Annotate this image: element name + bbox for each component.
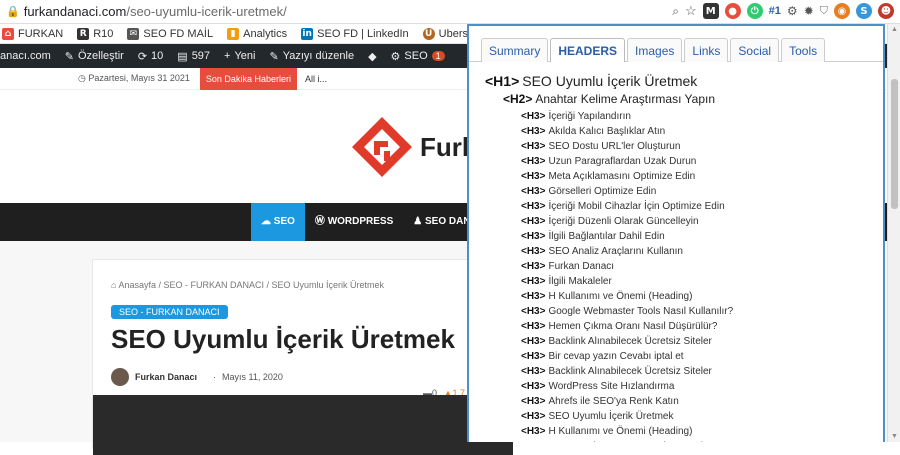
h3-row[interactable]: <H3> Görselleri Optimize Edin	[521, 184, 875, 199]
tab-tools[interactable]: Tools	[781, 38, 826, 62]
h3-row[interactable]: <H3> Uzun Paragraflardan Uzak Durun	[521, 154, 875, 169]
scroll-thumb[interactable]	[891, 79, 898, 209]
page-title: SEO Uyumlu İçerik Üretmek	[111, 324, 455, 354]
tab-summary[interactable]: Summary	[481, 38, 549, 62]
brush-icon: ✎	[64, 50, 74, 63]
h3-row[interactable]: <H3> Meta Açıklamasını Optimize Edin	[521, 169, 875, 184]
h3-row[interactable]: <H3> H Kullanımı ve Önemi (Heading)	[521, 289, 875, 304]
scroll-up-icon[interactable]: ▲	[891, 26, 898, 33]
post-date: Mayıs 11, 2020	[222, 372, 283, 382]
h3-row[interactable]: <H3> Google Webmaster Tools Nasıl Kullanı…	[521, 304, 875, 319]
lock-icon[interactable]: 🔒	[6, 5, 20, 18]
plus-icon: +	[224, 50, 231, 62]
url-path: /seo-uyumlu-icerik-uretmek/	[126, 4, 287, 19]
h3-row[interactable]: <H3> Furkan Danacı	[521, 259, 875, 274]
tab-links[interactable]: Links	[684, 38, 729, 62]
h3-row[interactable]: <H3> SEO Uyumlu İçerik Üretmek	[521, 409, 875, 424]
news-ticker[interactable]: All i...	[305, 74, 327, 84]
author-name[interactable]: Furkan Danacı	[135, 372, 197, 382]
ext-power-icon[interactable]: ⏻	[746, 3, 763, 19]
breaking-news-label[interactable]: Son Dakika Haberleri	[199, 67, 297, 90]
ext-shield-icon[interactable]: ⛉	[820, 5, 828, 18]
linkedin-icon: in	[301, 27, 314, 40]
h3-row[interactable]: <H3> Ahrefs ile SEO'ya Renk Katın	[521, 394, 875, 409]
article-card: ⌂ Anasayfa / SEO - FURKAN DANACI / SEO U…	[92, 259, 513, 455]
h3-row[interactable]: <H3> Bir cevap yazın Cevabı iptal et	[521, 349, 875, 364]
h3-row[interactable]: <H3> SEO Analiz Araçlarını Kullanın	[521, 244, 875, 259]
diamond-icon: ◆	[368, 50, 377, 63]
wp-diamond[interactable]: ◆	[368, 50, 376, 63]
bookmark-icon: ⌂	[2, 27, 14, 40]
wp-comments[interactable]: ▤ 597	[177, 50, 210, 63]
scroll-down-icon[interactable]: ▼	[891, 433, 898, 440]
bookmark-item[interactable]: ▮ Analytics	[227, 27, 287, 40]
mail-icon: ✉	[127, 27, 140, 40]
pencil-icon: ✎	[269, 50, 279, 63]
seo-badge: 1	[431, 51, 445, 61]
wp-seo[interactable]: ⚙ SEO 1	[391, 50, 445, 63]
seo-headers-panel: Summary HEADERS Images Links Social Tool…	[467, 24, 885, 442]
ext-rank-label[interactable]: #1	[769, 5, 781, 17]
breadcrumb[interactable]: ⌂ Anasayfa / SEO - FURKAN DANACI / SEO U…	[111, 280, 384, 290]
bookmark-icon: R	[77, 27, 90, 40]
h3-row[interactable]: <H3> Backlink Alınabilecek Ücretsiz Sitel…	[521, 334, 875, 349]
wp-new[interactable]: + Yeni	[224, 50, 255, 62]
h3-row[interactable]: <H3> İçeriği Mobil Cihazlar İçin Optimize…	[521, 199, 875, 214]
avatar[interactable]	[111, 368, 129, 386]
comment-icon: ▤	[177, 50, 188, 63]
ext-sun-icon[interactable]: ✹	[804, 4, 814, 18]
ext-gear-icon[interactable]: ⚙	[787, 4, 798, 18]
h2-row[interactable]: <H2> Anahtar Kelime Araştırması Yapın	[503, 90, 875, 109]
bookmark-item[interactable]: ⌂ FURKAN	[2, 27, 63, 40]
h3-row[interactable]: <H3> WordPress Site Hızlandırma	[521, 379, 875, 394]
ext-red-icon[interactable]: ●	[724, 3, 741, 19]
tab-headers[interactable]: HEADERS	[550, 38, 626, 62]
h1-row[interactable]: <H1> SEO Uyumlu İçerik Üretmek	[485, 72, 875, 90]
profile-avatar-icon[interactable]: ☻	[878, 3, 894, 19]
bookmark-item[interactable]: R R10	[77, 27, 113, 40]
page-scrollbar[interactable]: ▲ ▼	[887, 24, 900, 442]
analytics-icon: ▮	[227, 27, 240, 40]
author-meta: Furkan Danacı · Mayıs 11, 2020	[111, 368, 283, 386]
bookmark-item[interactable]: ✉ SEO FD MAİL	[127, 27, 213, 40]
bookmark-item[interactable]: in SEO FD | LinkedIn	[301, 27, 409, 40]
site-logo-icon[interactable]	[350, 115, 414, 179]
ext-orange-icon[interactable]: ◉	[834, 3, 850, 19]
ext-s-icon[interactable]: S	[856, 3, 872, 19]
nav-item-seo[interactable]: ☁ SEO	[251, 203, 305, 241]
date-text: ◷ Pazartesi, Mayıs 31 2021	[78, 73, 190, 83]
star-icon[interactable]: ☆	[685, 3, 697, 19]
h3-row[interactable]: <H3> Backlink Alınabilecek Ücretsiz Sitel…	[521, 364, 875, 379]
featured-image	[93, 395, 513, 455]
yoast-icon: ⚙	[390, 50, 401, 63]
headers-list: <H1> SEO Uyumlu İçerik Üretmek <H2> Anahta…	[485, 72, 875, 442]
nav-item-wordpress[interactable]: Ⓦ WORDPRESS	[305, 203, 403, 241]
tab-images[interactable]: Images	[627, 38, 683, 62]
ext-m-icon[interactable]: M	[702, 3, 719, 19]
url-field[interactable]: furkandanaci.com/seo-uyumlu-icerik-uretm…	[24, 4, 287, 19]
h3-row[interactable]: <H3> İçeriği Düzenli Olarak Güncelleyin	[521, 214, 875, 229]
tab-social[interactable]: Social	[730, 38, 780, 62]
h3-row[interactable]: <H3> SEO Dostu URL'ler Oluşturun	[521, 139, 875, 154]
wp-site-name[interactable]: anacı.com	[0, 50, 51, 62]
h3-row[interactable]: <H3> H Kullanımı ve Önemi (Heading)	[521, 424, 875, 439]
wp-edit-post[interactable]: ✎ Yazıyı düzenle	[270, 50, 355, 63]
wp-customize[interactable]: ✎ Özelleştir	[65, 50, 124, 63]
h3-row[interactable]: <H3>Hemen Çıkma Oranı Nasıl Düşürülür?	[521, 319, 875, 334]
h3-row[interactable]: <H3> Akılda Kalıcı Başlıklar Atın	[521, 124, 875, 139]
ubersuggest-icon: U	[422, 27, 435, 40]
wp-updates[interactable]: ⟳ 10	[138, 50, 163, 63]
h3-row[interactable]: <H3> İlgili Makaleler	[521, 274, 875, 289]
refresh-icon: ⟳	[137, 50, 148, 63]
h3-row[interactable]: <H3> İlgili Bağlantılar Dahil Edin	[521, 229, 875, 244]
category-badge[interactable]: SEO - FURKAN DANACI	[111, 305, 228, 319]
address-bar: 🔒 furkandanaci.com/seo-uyumlu-icerik-ure…	[0, 0, 900, 24]
h3-row[interactable]: <H3> İçeriği Yapılandırın	[521, 109, 875, 124]
url-domain: furkandanaci.com	[23, 4, 127, 19]
panel-tabs: Summary HEADERS Images Links Social Tool…	[481, 38, 826, 62]
extension-tray: ⌕ ☆ M ● ⏻ #1 ⚙ ✹ ⛉ ◉ S ☻	[672, 3, 894, 19]
zoom-icon[interactable]: ⌕	[672, 4, 679, 19]
